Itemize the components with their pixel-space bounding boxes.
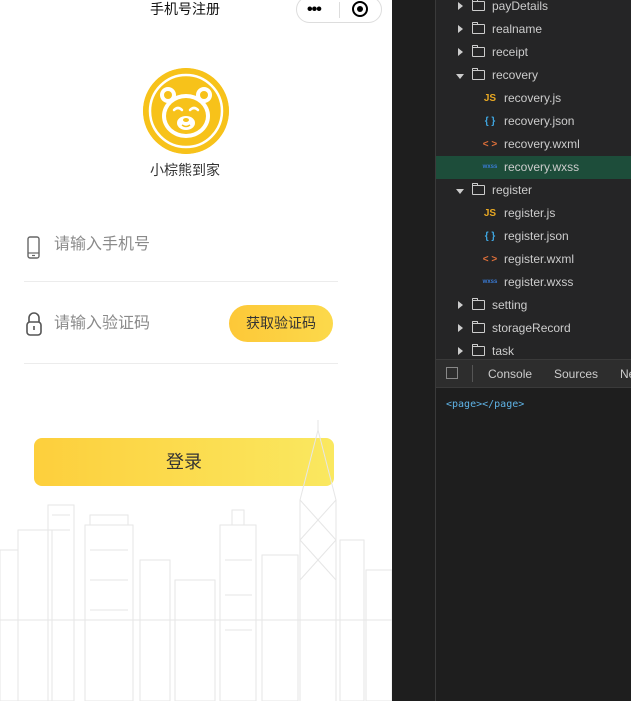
chevron-right-icon — [458, 324, 463, 332]
tree-folder-setting[interactable]: setting — [436, 294, 631, 317]
folder-icon — [472, 344, 485, 356]
folder-open-icon — [472, 68, 485, 80]
phone-input-row[interactable]: 请输入手机号 — [24, 205, 338, 282]
tree-file-recovery-wxml[interactable]: < > recovery.wxml — [436, 133, 631, 156]
brand-name: 小棕熊到家 — [150, 162, 220, 178]
phone-simulator: 手机号注册 ••• 小棕熊到家 请输入手机号 请输入验证码 获取验证码 登录 — [0, 0, 392, 701]
console-output: <page></page> — [446, 399, 525, 410]
tab-console[interactable]: Console — [488, 367, 532, 381]
chevron-right-icon — [458, 25, 463, 33]
tree-folder-recovery[interactable]: recovery — [436, 64, 631, 87]
js-file-icon: JS — [483, 208, 497, 219]
json-file-icon: { } — [484, 231, 496, 242]
tree-item-label: storageRecord — [492, 321, 571, 335]
city-skyline-illustration — [0, 420, 392, 701]
tree-folder-realname[interactable]: realname — [436, 18, 631, 41]
tree-file-recovery-js[interactable]: JS recovery.js — [436, 87, 631, 110]
tree-item-label: register.wxml — [504, 252, 575, 266]
tree-folder-register[interactable]: register — [436, 179, 631, 202]
tree-item-label: receipt — [492, 45, 529, 59]
more-icon[interactable]: ••• — [307, 1, 322, 19]
tree-file-recovery-wxss[interactable]: wxss recovery.wxss — [436, 156, 631, 179]
chevron-down-icon — [456, 74, 464, 79]
tree-folder-storagerecord[interactable]: storageRecord — [436, 317, 631, 340]
tree-item-label: recovery.js — [504, 91, 562, 105]
tree-item-label: task — [492, 344, 515, 358]
tree-file-register-js[interactable]: JS register.js — [436, 202, 631, 225]
js-file-icon: JS — [483, 93, 497, 104]
tree-item-label: setting — [492, 298, 528, 312]
folder-icon — [472, 298, 485, 310]
devtools-tab-bar: Console Sources Ne — [436, 359, 631, 388]
chevron-right-icon — [458, 2, 463, 10]
tree-item-label: recovery.wxml — [504, 137, 580, 151]
tree-folder-paydetails[interactable]: payDetails — [436, 0, 631, 18]
wxml-file-icon: < > — [482, 254, 498, 265]
tab-sources[interactable]: Sources — [554, 367, 598, 381]
chevron-right-icon — [458, 301, 463, 309]
tree-folder-task[interactable]: task — [436, 340, 631, 359]
tree-file-register-json[interactable]: { } register.json — [436, 225, 631, 248]
inspect-element-icon[interactable] — [446, 367, 458, 379]
wxss-file-icon: wxss — [482, 164, 498, 170]
tab-network[interactable]: Ne — [620, 367, 631, 381]
tree-file-register-wxss[interactable]: wxss register.wxss — [436, 271, 631, 294]
capsule-menu[interactable]: ••• — [296, 0, 382, 23]
chevron-right-icon — [458, 48, 463, 56]
file-explorer: payDetails realname receipt recovery JS r… — [436, 0, 631, 359]
folder-icon — [472, 0, 485, 11]
json-file-icon: { } — [484, 116, 496, 127]
chevron-right-icon — [458, 347, 463, 355]
tree-item-label: register.wxss — [504, 275, 574, 289]
tree-item-label: realname — [492, 22, 543, 36]
tree-item-label: register — [492, 183, 533, 197]
console-panel: <page></page> — [436, 388, 631, 701]
phone-input[interactable]: 请输入手机号 — [54, 235, 150, 255]
capsule-divider — [339, 2, 340, 18]
tree-item-label: payDetails — [492, 0, 549, 13]
chevron-down-icon — [456, 189, 464, 194]
folder-open-icon — [472, 183, 485, 195]
tree-item-label: recovery.wxss — [504, 160, 580, 174]
close-target-icon[interactable] — [352, 1, 368, 17]
lock-icon — [26, 312, 42, 336]
tree-file-register-wxml[interactable]: < > register.wxml — [436, 248, 631, 271]
wxss-file-icon: wxss — [482, 279, 498, 285]
tab-divider — [472, 365, 473, 382]
wxml-file-icon: < > — [482, 139, 498, 150]
folder-icon — [472, 321, 485, 333]
tree-file-recovery-json[interactable]: { } recovery.json — [436, 110, 631, 133]
tree-item-label: recovery.json — [504, 114, 575, 128]
code-input[interactable]: 请输入验证码 — [54, 314, 150, 334]
tree-item-label: register.json — [504, 229, 569, 243]
folder-icon — [472, 22, 485, 34]
tree-item-label: register.js — [504, 206, 556, 220]
get-code-button[interactable]: 获取验证码 — [229, 305, 333, 342]
folder-icon — [472, 45, 485, 57]
tree-folder-receipt[interactable]: receipt — [436, 41, 631, 64]
mobile-icon — [27, 236, 40, 259]
editor-gutter — [392, 0, 436, 701]
bear-logo — [143, 68, 229, 154]
tree-item-label: recovery — [492, 68, 539, 82]
